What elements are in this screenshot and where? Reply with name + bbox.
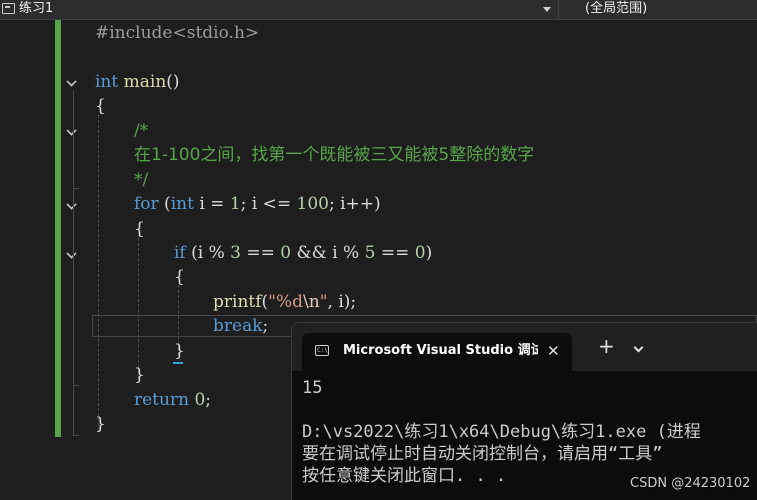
keyword: int [170, 194, 194, 214]
code-line-comment-close[interactable]: */ [134, 168, 148, 192]
terminal-output[interactable]: 15 D:\vs2022\练习1\x64\Debug\练习1.exe (进程 要… [302, 377, 757, 487]
editor-margin [0, 20, 22, 500]
terminal-tab-bar: C:\ Microsoft Visual Studio 调试控制台 ✕ + [292, 323, 757, 371]
fold-end [73, 188, 79, 189]
code-token: && i % [291, 243, 365, 263]
brace-match-marker [173, 362, 183, 364]
code-token: } [95, 414, 106, 434]
chevron-down-icon[interactable] [633, 342, 644, 353]
code-line-include[interactable]: #include<stdio.h> [95, 21, 259, 45]
code-token: ; i <= [240, 194, 297, 214]
keyword: break [213, 316, 263, 336]
terminal-tab-title: Microsoft Visual Studio 调试控制台 [343, 343, 538, 358]
code-line-if-brace-open[interactable]: { [174, 265, 185, 289]
code-line-for[interactable]: for (int i = 1; i <= 100; i++) [134, 192, 381, 216]
output-line: 要在调试停止时自动关闭控制台，请启用“工具” [302, 444, 663, 464]
watermark: CSDN @24230102 [630, 476, 751, 491]
output-line: 15 [302, 378, 323, 398]
code-line-printf[interactable]: printf("%d\n", i); [213, 290, 356, 314]
escape-sequence: \n [303, 292, 320, 312]
code-token: () [166, 72, 180, 92]
code-token: == [375, 243, 415, 263]
code-token: , i); [327, 292, 357, 312]
code-line-brace-close[interactable]: } [95, 412, 106, 436]
fold-end [73, 435, 79, 436]
code-token: { [95, 96, 106, 116]
debug-console-window[interactable]: C:\ Microsoft Visual Studio 调试控制台 ✕ + 15… [291, 322, 757, 500]
number-literal: 0 [280, 243, 292, 263]
code-line-main[interactable]: int main() [95, 70, 180, 94]
code-line-for-brace-open[interactable]: { [134, 217, 145, 241]
code-token: } [174, 341, 185, 361]
code-token: ) [425, 243, 433, 263]
code-token: { [174, 267, 185, 287]
fold-end [73, 385, 79, 386]
fold-main-icon[interactable] [66, 77, 76, 87]
keyword: for [134, 194, 159, 214]
code-token: ; [205, 390, 212, 410]
new-tab-button[interactable]: + [598, 331, 615, 361]
code-token: } [134, 365, 145, 385]
project-dropdown[interactable]: 练习1 [0, 0, 555, 19]
terminal-icon: C:\ [315, 345, 329, 356]
fold-comment-icon[interactable] [66, 126, 76, 136]
comment: */ [134, 170, 149, 190]
function-name: main [123, 72, 167, 92]
project-icon [2, 3, 15, 14]
function-name: printf [213, 292, 262, 312]
number-literal: 100 [296, 194, 329, 214]
number-literal: 0 [194, 390, 206, 410]
code-token: ; i++) [328, 194, 381, 214]
indent-guide [138, 238, 139, 378]
comment: 在1-100之间，找第一个既能被三又能被5整除的数字 [134, 145, 535, 165]
navigation-bar: 练习1 (全局范围) [0, 0, 757, 20]
close-icon[interactable]: ✕ [547, 333, 560, 369]
fold-for-icon[interactable] [66, 200, 76, 210]
string-literal: " [319, 292, 328, 312]
number-literal: 5 [364, 243, 376, 263]
comment: /* [134, 121, 149, 141]
indent-guide [98, 115, 99, 431]
change-tracking-bar [55, 20, 61, 437]
code-line-brace-open[interactable]: { [95, 94, 106, 118]
scope-dropdown[interactable]: (全局范围) [558, 0, 757, 19]
preprocessor-directive: #include<stdio.h> [95, 23, 260, 43]
fold-line [73, 90, 74, 435]
chevron-down-icon[interactable] [543, 7, 551, 12]
code-token: == [241, 243, 281, 263]
output-line: D:\vs2022\练习1\x64\Debug\练习1.exe (进程 [302, 422, 701, 442]
code-line-if[interactable]: if (i % 3 == 0 && i % 5 == 0) [174, 241, 432, 265]
code-line-for-brace-close[interactable]: } [134, 363, 145, 387]
number-literal: 0 [414, 243, 426, 263]
code-line-break[interactable]: break; [213, 314, 268, 338]
code-token: (i % [185, 243, 231, 263]
code-line-comment-open[interactable]: /* [134, 119, 148, 143]
project-name: 练习1 [19, 1, 54, 16]
terminal-tab[interactable]: C:\ Microsoft Visual Studio 调试控制台 ✕ [302, 333, 572, 371]
code-line-return[interactable]: return 0; [134, 388, 211, 412]
keyword: return [134, 390, 190, 410]
keyword: int [95, 72, 119, 92]
string-literal: "%d [268, 292, 304, 312]
keyword: if [174, 243, 186, 263]
code-line-comment-text[interactable]: 在1-100之间，找第一个既能被三又能被5整除的数字 [134, 143, 534, 167]
number-literal: 3 [230, 243, 241, 263]
code-token: ; [262, 316, 269, 336]
code-line-if-brace-close[interactable]: } [174, 339, 185, 363]
code-token: i = [193, 194, 230, 214]
code-token: ( [158, 194, 171, 214]
fold-if-icon[interactable] [66, 249, 76, 259]
number-literal: 1 [229, 194, 241, 214]
code-token: { [134, 219, 145, 239]
scope-label: (全局范围) [585, 1, 648, 16]
